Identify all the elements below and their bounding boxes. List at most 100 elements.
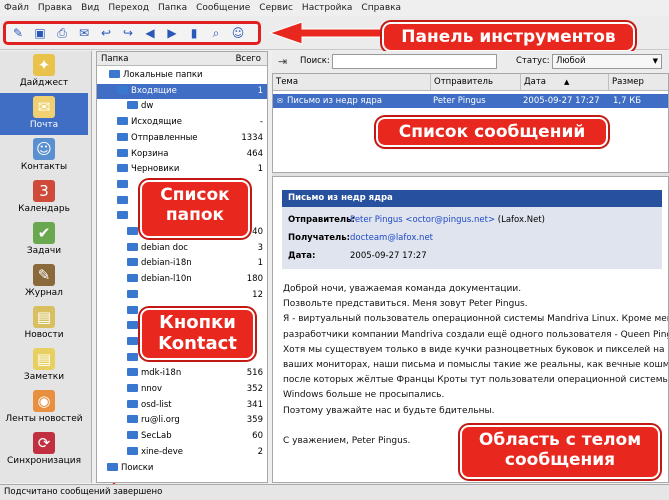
sidebar-item[interactable]: ✉ Почта (0, 93, 88, 135)
folder-header: Папка Всего (97, 52, 267, 66)
folder-row[interactable]: debian-l10n 180 (97, 272, 267, 287)
sidebar-item[interactable]: ✔ Задачи (0, 219, 88, 261)
folder-name: SecLab (141, 431, 172, 442)
folder-icon (127, 258, 138, 267)
folder-row[interactable]: Исходящие - (97, 115, 267, 130)
folder-row[interactable]: ru@li.org 359 (97, 413, 267, 428)
folder-icon (127, 274, 138, 283)
sidebar-item[interactable]: ✎ Журнал (0, 261, 88, 303)
folder-name: xine-deve (141, 446, 183, 457)
sidebar-item[interactable]: ✦ Дайджест (0, 51, 88, 93)
message-status-icon: ✉ (277, 97, 283, 105)
sidebar-item-label: Задачи (26, 246, 62, 256)
sidebar-item[interactable]: 3 Календарь (0, 177, 88, 219)
folder-pane: Папка Всего Локальные папки Входящие 1 dw Ис… (96, 51, 268, 483)
body-line: Хотя мы существуем только в виде кучки р… (283, 344, 665, 355)
body-line: Я - виртуальный пользователь операционно… (283, 314, 668, 325)
sidebar-item[interactable]: ☺ Контакты (0, 135, 88, 177)
folder-row[interactable]: mdk-i18n 516 (97, 366, 267, 381)
folder-row[interactable]: Локальные папки (97, 68, 267, 83)
folder-count: 3 (257, 242, 263, 253)
body-area-callout-line2: сообщения (504, 449, 616, 470)
column-sender[interactable]: Отправитель (431, 74, 521, 91)
folder-icon (117, 195, 128, 204)
folder-header-total[interactable]: Всего (236, 54, 261, 64)
folder-name: ru@li.org (141, 415, 180, 426)
column-date[interactable]: Дата ▲ (521, 74, 609, 91)
folder-count: 516 (246, 368, 263, 379)
sidebar-item[interactable]: ▤ Новости (0, 303, 88, 345)
search-label: Поиск: (300, 56, 330, 66)
column-size[interactable]: Размер (609, 74, 668, 91)
folder-row[interactable]: Корзина 464 (97, 147, 267, 162)
message-row[interactable]: ✉ Письмо из недр ядра Peter Pingus 2005-… (273, 94, 668, 108)
folder-name: Поиски (121, 462, 154, 473)
folder-count: 1 (257, 258, 263, 269)
sidebar-item-label: Контакты (20, 162, 68, 172)
sidebar-item[interactable]: ◉ Ленты новостей (0, 387, 88, 429)
sidebar-item-label: Заметки (23, 372, 65, 382)
folder-name: mdk-i18n (141, 368, 182, 379)
folder-row[interactable]: Входящие 1 (97, 83, 267, 99)
body-line: после которых жёлтые Францы Кроты тут по… (283, 375, 668, 386)
folder-row[interactable]: Отправленные 1334 (97, 131, 267, 146)
folder-row[interactable]: debian-i18n 1 (97, 256, 267, 271)
reader-to-row: Получатель:docteam@lafox.net (288, 233, 433, 243)
folder-row[interactable]: Поиски (97, 461, 267, 476)
folder-row[interactable]: debian doc 3 (97, 241, 267, 256)
folder-icon (117, 211, 128, 220)
folder-row[interactable]: dw (97, 99, 267, 114)
folder-row[interactable]: 12 (97, 288, 267, 303)
body-line: Поэтому уважайте нас и будьте бдительны. (283, 405, 495, 416)
folder-header-name[interactable]: Папка (101, 54, 236, 64)
folder-icon (127, 227, 138, 235)
search-bar: ⇥ Поиск: Статус: Любой ▼ (272, 51, 669, 73)
reader-to-value[interactable]: docteam@lafox.net (350, 233, 433, 243)
folder-count: 12 (252, 289, 263, 300)
sidebar-item[interactable]: ▤ Заметки (0, 345, 88, 387)
folder-icon (117, 164, 128, 173)
sidebar-item[interactable]: ⟳ Синхронизация (0, 429, 88, 471)
folder-icon (127, 336, 138, 345)
folder-icon (127, 289, 138, 298)
sort-ascending-icon: ▲ (564, 78, 570, 86)
folder-icon (117, 148, 128, 157)
folder-icon (117, 85, 128, 94)
sidebar-item-label: Календарь (18, 204, 70, 214)
column-subject[interactable]: Тема (273, 74, 431, 91)
clear-search-icon[interactable]: ⇥ (278, 55, 287, 68)
folder-count: 359 (246, 415, 263, 426)
folder-row[interactable]: xine-deve 2 (97, 445, 267, 460)
sidebar-item-label: Почта (29, 120, 59, 130)
folder-icon (127, 352, 138, 361)
search-input[interactable] (332, 54, 497, 69)
notes-icon: ▤ (33, 306, 55, 328)
folder-row[interactable]: Черновики 1 (97, 162, 267, 177)
sync-icon: ⟳ (33, 432, 55, 454)
sidebar-item-label: Журнал (25, 288, 63, 298)
status-filter-select[interactable]: Любой ▼ (552, 54, 662, 69)
folder-row[interactable]: SecLab 60 (97, 429, 267, 444)
reader-from-label: Отправитель: (288, 215, 355, 225)
journal-icon: ✎ (33, 264, 55, 286)
folder-count: 1 (257, 164, 263, 175)
reader-from-value[interactable]: Peter Pingus <octor@pingus.net> (350, 215, 495, 225)
folder-icon (127, 242, 138, 251)
kontact-buttons-callout-line2: Kontact (158, 332, 237, 354)
reader-title: Письмо из недр ядра (282, 190, 662, 207)
body-line: ваших мониторах, наши письма и помыслы т… (283, 360, 668, 371)
folder-count: 180 (246, 274, 263, 285)
folder-icon (127, 399, 138, 408)
body-area-callout-line1: Область с телом (478, 430, 642, 450)
folder-icon (127, 305, 138, 314)
folder-icon (109, 70, 120, 78)
summary-icon: ✦ (33, 54, 55, 76)
message-subject: Письмо из недр ядра (287, 96, 383, 106)
contacts-icon: ☺ (33, 138, 55, 160)
folder-name: Входящие (131, 85, 177, 96)
folder-row[interactable]: osd-list 341 (97, 398, 267, 413)
folder-count: 1334 (241, 132, 263, 143)
folder-name: dw (141, 101, 154, 112)
reader-to-label: Получатель: (288, 233, 350, 243)
folder-row[interactable]: nnov 352 (97, 382, 267, 397)
